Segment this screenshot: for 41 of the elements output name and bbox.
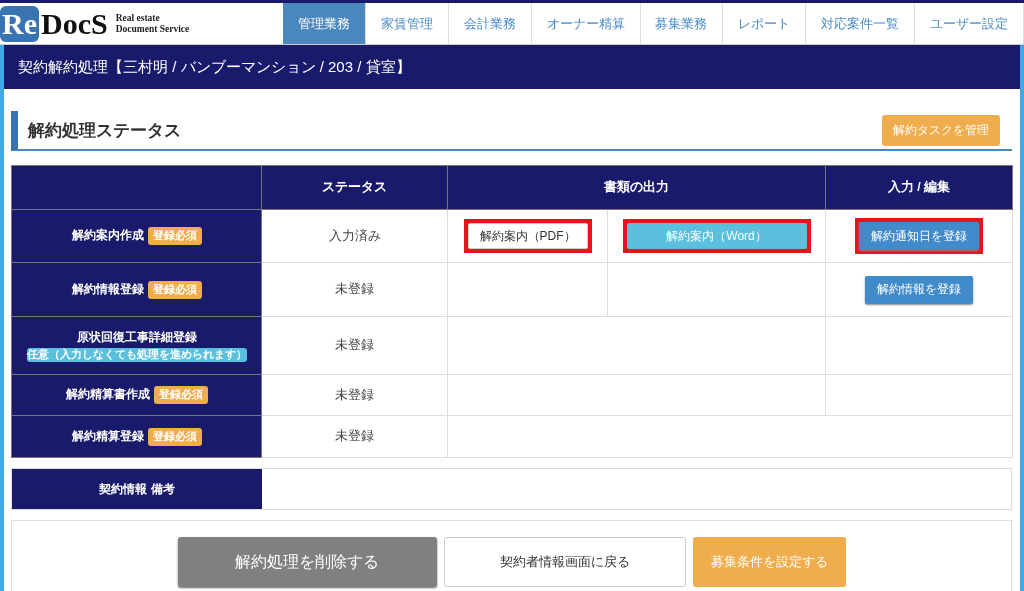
footer-button[interactable]: 解約処理を削除する [177, 537, 437, 587]
section-heading: 解約処理ステータス [28, 119, 181, 142]
logo-tagline: Document Service [115, 23, 190, 35]
row-label: 原状回復工事詳細登録 [76, 330, 197, 344]
nav-tab[interactable]: 管理業務 [283, 3, 366, 44]
register-button[interactable]: 解約通知日を登録 [859, 222, 979, 250]
header-cell: 入力 / 編集 [825, 165, 1013, 210]
manage-tasks-button[interactable]: 解約タスクを管理 [882, 114, 1000, 146]
status-cell: 未登録 [261, 415, 448, 458]
header-cell: 書類の出力 [447, 165, 826, 210]
nav-tab[interactable]: 対応案件一覧 [806, 3, 916, 44]
badge: 登録必須 [147, 227, 202, 245]
status-cell: 未登録 [261, 316, 448, 375]
row-label: 解約案内作成 [71, 228, 144, 242]
status-cell: 未登録 [261, 374, 448, 416]
badge: 任意（入力しなくても処理を進められます） [26, 348, 247, 362]
footer-button[interactable]: 募集条件を設定する [692, 537, 846, 587]
row-label: 解約情報登録 [71, 281, 144, 296]
memo-label: 契約情報 備考 [12, 469, 262, 509]
logo-name: DocS [41, 6, 108, 41]
logo-tagline: Real estate [115, 12, 161, 24]
document-button[interactable]: 解約案内（Word） [626, 223, 807, 249]
nav-tab[interactable]: オーナー精算 [531, 3, 641, 44]
badge: 登録必須 [147, 280, 202, 299]
header-cell: ステータス [261, 165, 448, 210]
nav-tab[interactable]: ユーザー設定 [915, 3, 1024, 44]
row-label: 解約精算書作成 [65, 387, 150, 401]
nav-tab[interactable]: 会計業務 [448, 3, 532, 44]
row-label: 解約精算登録 [71, 428, 144, 443]
document-button[interactable]: 解約案内（PDF） [467, 223, 588, 249]
nav-tab[interactable]: 募集業務 [640, 3, 724, 44]
status-cell: 未登録 [261, 262, 448, 317]
footer-button[interactable]: 契約者情報画面に戻る [443, 537, 686, 587]
badge: 登録必須 [147, 427, 202, 446]
page-title: 契約解約処理【三村明 / バンブーマンション / 203 / 貸室】 [18, 57, 411, 77]
register-button[interactable]: 解約情報を登録 [865, 275, 973, 304]
logo-mark: Re [0, 5, 39, 42]
nav-tab[interactable]: 家賃管理 [365, 3, 449, 44]
nav-tab[interactable]: レポート [723, 3, 807, 44]
badge: 登録必須 [153, 386, 208, 404]
status-cell: 入力済み [261, 209, 448, 263]
